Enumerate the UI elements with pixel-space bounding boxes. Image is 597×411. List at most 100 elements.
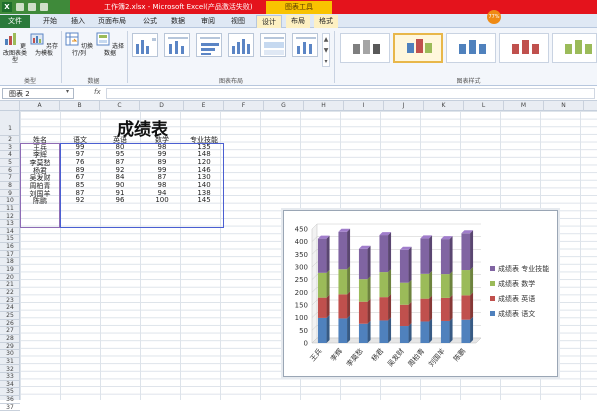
chart-layout-1[interactable] [132, 33, 158, 57]
redo-icon[interactable] [40, 3, 48, 11]
change-chart-type-button[interactable]: 更改图表类型 [2, 32, 28, 64]
chart-style-3[interactable] [446, 33, 496, 63]
row-header[interactable]: 13 [0, 220, 20, 228]
tab-design[interactable]: 设计 [256, 15, 282, 28]
switch-row-column-button[interactable]: 切换行/列 [63, 32, 95, 57]
bar-segment [420, 321, 430, 343]
column-header[interactable]: A [20, 101, 60, 111]
row-header[interactable]: 28 [0, 335, 20, 343]
undo-icon[interactable] [28, 3, 36, 11]
column-header[interactable]: J [384, 101, 424, 111]
row-header[interactable]: 34 [0, 381, 20, 389]
row-header[interactable]: 32 [0, 366, 20, 374]
save-as-template-button[interactable]: 另存为模板 [30, 32, 58, 57]
stacked-column-chart[interactable]: 0 50 100 150 200 250 300 350 400 450 王兵 李辉 李莫愁 杨君 吴发财周… [283, 210, 558, 377]
row-header[interactable]: 21 [0, 281, 20, 289]
bar-segment-side [347, 266, 351, 295]
row-header[interactable]: 8 [0, 182, 20, 190]
y-tick-label: 400 [295, 238, 308, 246]
row-header[interactable]: 6 [0, 167, 20, 175]
tab-formulas[interactable]: 公式 [138, 15, 162, 28]
row-header[interactable]: 16 [0, 243, 20, 251]
column-header[interactable]: C [100, 101, 140, 111]
chart-layout-6[interactable] [292, 33, 318, 57]
x-tick-label: 李莫愁 [344, 347, 364, 369]
chart-style-1[interactable] [340, 33, 390, 63]
row-header[interactable]: 10 [0, 197, 20, 205]
row-header[interactable]: 14 [0, 228, 20, 236]
column-header[interactable]: M [504, 101, 544, 111]
row-header[interactable]: 22 [0, 289, 20, 297]
row-header[interactable]: 19 [0, 266, 20, 274]
row-header[interactable]: 33 [0, 373, 20, 381]
chart-style-4[interactable] [499, 33, 549, 63]
tab-data[interactable]: 数据 [166, 15, 190, 28]
bar-segment [317, 238, 327, 273]
row-header[interactable]: 15 [0, 235, 20, 244]
bar-segment [399, 326, 409, 343]
row-header[interactable]: 2 [0, 136, 20, 144]
x-tick-label: 吴发财 [385, 347, 405, 369]
chart-layout-2[interactable] [164, 33, 190, 57]
row-header[interactable]: 11 [0, 205, 20, 213]
row-header[interactable]: 35 [0, 388, 20, 397]
tab-insert[interactable]: 插入 [66, 15, 90, 28]
column-header[interactable]: B [60, 101, 100, 111]
save-icon[interactable] [16, 3, 24, 11]
row-header[interactable]: 3 [0, 144, 20, 152]
row-header[interactable]: 26 [0, 320, 20, 328]
layout-gallery-scroll[interactable]: ▲ ▼ ▾ [322, 33, 330, 67]
row-header[interactable]: 24 [0, 304, 20, 312]
row-header[interactable]: 25 [0, 312, 20, 320]
chart-layout-4[interactable] [228, 33, 254, 57]
column-header[interactable]: G [264, 101, 304, 111]
row-header[interactable]: 9 [0, 190, 20, 198]
tab-file[interactable]: 文件 [0, 15, 30, 28]
select-all-corner[interactable] [0, 101, 20, 111]
column-header[interactable]: D [140, 101, 184, 111]
row-header[interactable]: 31 [0, 358, 20, 366]
column-header[interactable]: K [424, 101, 464, 111]
column-header[interactable]: N [544, 101, 584, 111]
chart-layout-5[interactable] [260, 33, 286, 57]
chart-style-2-selected[interactable] [393, 33, 443, 63]
chart-layout-3[interactable] [196, 33, 222, 57]
legend-label: 成绩表 数学 [498, 279, 535, 288]
name-box-dropdown-icon[interactable]: ▾ [66, 88, 69, 95]
tab-page-layout[interactable]: 页面布局 [92, 15, 132, 28]
tab-format[interactable]: 格式 [314, 15, 338, 28]
y-tick-label: 200 [295, 289, 308, 297]
tab-view[interactable]: 视图 [226, 15, 250, 28]
row-header[interactable]: 7 [0, 174, 20, 182]
x-tick-label: 杨君 [369, 347, 385, 364]
bar-segment-side [388, 317, 392, 343]
row-header[interactable]: 17 [0, 251, 20, 259]
chart-style-5[interactable] [552, 33, 597, 63]
tab-review[interactable]: 审阅 [196, 15, 220, 28]
row-header[interactable]: 5 [0, 159, 20, 167]
legend-label: 成绩表 语文 [498, 309, 535, 318]
tab-home[interactable]: 开始 [36, 15, 64, 28]
row-header[interactable]: 18 [0, 258, 20, 267]
formula-input[interactable] [106, 88, 595, 99]
row-header[interactable]: 23 [0, 297, 20, 305]
row-header[interactable]: 29 [0, 343, 20, 351]
row-header[interactable]: 27 [0, 327, 20, 335]
window-title: 工作簿2.xlsx - Microsoft Excel(产品激活失败) [104, 3, 253, 11]
row-header[interactable]: 20 [0, 274, 20, 282]
row-header[interactable]: 1 [0, 111, 20, 136]
tab-layout[interactable]: 布局 [286, 15, 310, 28]
row-header[interactable]: 12 [0, 213, 20, 221]
ribbon-divider [334, 31, 335, 83]
column-header[interactable]: H [304, 101, 344, 111]
insert-function-icon[interactable]: fx [94, 88, 101, 96]
column-header[interactable]: F [224, 101, 264, 111]
row-header[interactable]: 4 [0, 151, 20, 159]
row-header[interactable]: 37 [0, 404, 20, 411]
row-header[interactable]: 30 [0, 350, 20, 358]
column-header[interactable]: E [184, 101, 224, 111]
select-data-button[interactable]: 选择数据 [96, 32, 124, 57]
column-header[interactable]: I [344, 101, 384, 111]
name-box[interactable]: 图表 2 [2, 88, 74, 99]
column-header[interactable]: L [464, 101, 504, 111]
